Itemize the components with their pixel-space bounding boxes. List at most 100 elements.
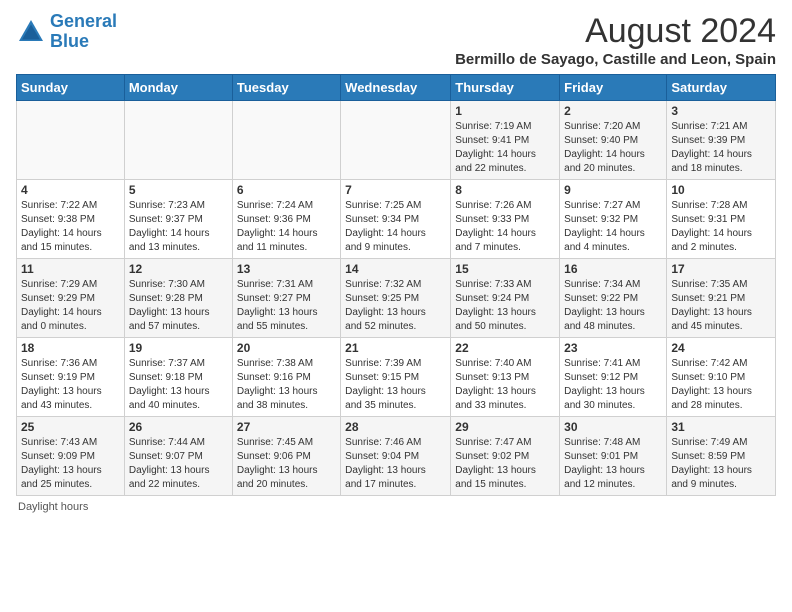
day-info: Sunrise: 7:36 AM Sunset: 9:19 PM Dayligh… (21, 357, 120, 413)
calendar-cell: 19 Sunrise: 7:37 AM Sunset: 9:18 PM Dayli… (124, 338, 232, 417)
day-info: Sunrise: 7:45 AM Sunset: 9:06 PM Dayligh… (237, 436, 336, 492)
day-info: Sunrise: 7:22 AM Sunset: 9:38 PM Dayligh… (21, 199, 120, 255)
calendar-cell: 31 Sunrise: 7:49 AM Sunset: 8:59 PM Dayli… (667, 417, 776, 496)
day-info: Sunrise: 7:21 AM Sunset: 9:39 PM Dayligh… (671, 120, 771, 176)
day-number: 24 (671, 341, 771, 355)
day-info: Sunrise: 7:42 AM Sunset: 9:10 PM Dayligh… (671, 357, 771, 413)
day-number: 30 (564, 420, 662, 434)
week-row-4: 25 Sunrise: 7:43 AM Sunset: 9:09 PM Dayli… (17, 417, 776, 496)
day-info: Sunrise: 7:40 AM Sunset: 9:13 PM Dayligh… (455, 357, 555, 413)
day-number: 13 (237, 262, 336, 276)
header-wednesday: Wednesday (341, 75, 451, 101)
calendar-cell: 11 Sunrise: 7:29 AM Sunset: 9:29 PM Dayli… (17, 259, 125, 338)
day-info: Sunrise: 7:41 AM Sunset: 9:12 PM Dayligh… (564, 357, 662, 413)
calendar-cell: 26 Sunrise: 7:44 AM Sunset: 9:07 PM Dayli… (124, 417, 232, 496)
day-info: Sunrise: 7:29 AM Sunset: 9:29 PM Dayligh… (21, 278, 120, 334)
day-number: 8 (455, 183, 555, 197)
day-number: 2 (564, 104, 662, 118)
day-number: 31 (671, 420, 771, 434)
calendar-cell (124, 101, 232, 180)
day-number: 16 (564, 262, 662, 276)
calendar-cell: 2 Sunrise: 7:20 AM Sunset: 9:40 PM Daylig… (560, 101, 667, 180)
calendar-cell: 12 Sunrise: 7:30 AM Sunset: 9:28 PM Dayli… (124, 259, 232, 338)
day-info: Sunrise: 7:32 AM Sunset: 9:25 PM Dayligh… (345, 278, 446, 334)
day-number: 9 (564, 183, 662, 197)
day-info: Sunrise: 7:37 AM Sunset: 9:18 PM Dayligh… (129, 357, 228, 413)
title-block: August 2024 Bermillo de Sayago, Castille… (455, 12, 776, 68)
week-row-2: 11 Sunrise: 7:29 AM Sunset: 9:29 PM Dayli… (17, 259, 776, 338)
calendar-cell: 14Sunrise: 7:32 AM Sunset: 9:25 PM Dayli… (341, 259, 451, 338)
calendar-cell (341, 101, 451, 180)
header-thursday: Thursday (451, 75, 560, 101)
day-info: Sunrise: 7:19 AM Sunset: 9:41 PM Dayligh… (455, 120, 555, 176)
day-number: 28 (345, 420, 446, 434)
day-number: 22 (455, 341, 555, 355)
logo-icon (16, 17, 46, 47)
calendar-cell (17, 101, 125, 180)
day-number: 21 (345, 341, 446, 355)
day-number: 3 (671, 104, 771, 118)
day-info: Sunrise: 7:48 AM Sunset: 9:01 PM Dayligh… (564, 436, 662, 492)
calendar-cell: 4 Sunrise: 7:22 AM Sunset: 9:38 PM Daylig… (17, 180, 125, 259)
header-monday: Monday (124, 75, 232, 101)
calendar-cell: 29Sunrise: 7:47 AM Sunset: 9:02 PM Dayli… (451, 417, 560, 496)
day-info: Sunrise: 7:30 AM Sunset: 9:28 PM Dayligh… (129, 278, 228, 334)
day-number: 1 (455, 104, 555, 118)
day-number: 27 (237, 420, 336, 434)
day-info: Sunrise: 7:39 AM Sunset: 9:15 PM Dayligh… (345, 357, 446, 413)
day-number: 15 (455, 262, 555, 276)
logo: General Blue (16, 12, 117, 52)
week-row-1: 4 Sunrise: 7:22 AM Sunset: 9:38 PM Daylig… (17, 180, 776, 259)
day-number: 6 (237, 183, 336, 197)
calendar-cell: 18 Sunrise: 7:36 AM Sunset: 9:19 PM Dayli… (17, 338, 125, 417)
day-info: Sunrise: 7:28 AM Sunset: 9:31 PM Dayligh… (671, 199, 771, 255)
header-friday: Friday (560, 75, 667, 101)
day-info: Sunrise: 7:20 AM Sunset: 9:40 PM Dayligh… (564, 120, 662, 176)
week-row-3: 18 Sunrise: 7:36 AM Sunset: 9:19 PM Dayli… (17, 338, 776, 417)
calendar-cell (232, 101, 340, 180)
calendar-cell: 22 Sunrise: 7:40 AM Sunset: 9:13 PM Dayli… (451, 338, 560, 417)
header-saturday: Saturday (667, 75, 776, 101)
day-info: Sunrise: 7:31 AM Sunset: 9:27 PM Dayligh… (237, 278, 336, 334)
day-number: 18 (21, 341, 120, 355)
footer-note: Daylight hours (16, 501, 776, 513)
day-number: 5 (129, 183, 228, 197)
day-number: 4 (21, 183, 120, 197)
calendar-cell: 7Sunrise: 7:25 AM Sunset: 9:34 PM Daylig… (341, 180, 451, 259)
day-info: Sunrise: 7:46 AM Sunset: 9:04 PM Dayligh… (345, 436, 446, 492)
header-tuesday: Tuesday (232, 75, 340, 101)
day-info: Sunrise: 7:44 AM Sunset: 9:07 PM Dayligh… (129, 436, 228, 492)
calendar-table: SundayMondayTuesdayWednesdayThursdayFrid… (16, 74, 776, 496)
day-info: Sunrise: 7:49 AM Sunset: 8:59 PM Dayligh… (671, 436, 771, 492)
day-info: Sunrise: 7:35 AM Sunset: 9:21 PM Dayligh… (671, 278, 771, 334)
calendar-cell: 27 Sunrise: 7:45 AM Sunset: 9:06 PM Dayli… (232, 417, 340, 496)
calendar-cell: 28 Sunrise: 7:46 AM Sunset: 9:04 PM Dayli… (341, 417, 451, 496)
day-number: 20 (237, 341, 336, 355)
calendar-cell: 15 Sunrise: 7:33 AM Sunset: 9:24 PM Dayli… (451, 259, 560, 338)
day-number: 19 (129, 341, 228, 355)
calendar-cell: 6 Sunrise: 7:24 AM Sunset: 9:36 PM Daylig… (232, 180, 340, 259)
calendar-cell: 17 Sunrise: 7:35 AM Sunset: 9:21 PM Dayli… (667, 259, 776, 338)
header-sunday: Sunday (17, 75, 125, 101)
subtitle: Bermillo de Sayago, Castille and Leon, S… (455, 51, 776, 68)
calendar-cell: 21 Sunrise: 7:39 AM Sunset: 9:15 PM Dayli… (341, 338, 451, 417)
day-number: 12 (129, 262, 228, 276)
calendar-cell: 10Sunrise: 7:28 AM Sunset: 9:31 PM Dayli… (667, 180, 776, 259)
day-number: 29 (455, 420, 555, 434)
day-info: Sunrise: 7:26 AM Sunset: 9:33 PM Dayligh… (455, 199, 555, 255)
day-number: 17 (671, 262, 771, 276)
day-number: 25 (21, 420, 120, 434)
day-number: 11 (21, 262, 120, 276)
calendar-cell: 20Sunrise: 7:38 AM Sunset: 9:16 PM Dayli… (232, 338, 340, 417)
day-number: 7 (345, 183, 446, 197)
header: General Blue August 2024 Bermillo de Say… (16, 12, 776, 68)
day-info: Sunrise: 7:24 AM Sunset: 9:36 PM Dayligh… (237, 199, 336, 255)
day-info: Sunrise: 7:43 AM Sunset: 9:09 PM Dayligh… (21, 436, 120, 492)
day-number: 26 (129, 420, 228, 434)
day-info: Sunrise: 7:33 AM Sunset: 9:24 PM Dayligh… (455, 278, 555, 334)
page: General Blue August 2024 Bermillo de Say… (0, 0, 792, 521)
calendar-cell: 16Sunrise: 7:34 AM Sunset: 9:22 PM Dayli… (560, 259, 667, 338)
calendar-cell: 9Sunrise: 7:27 AM Sunset: 9:32 PM Daylig… (560, 180, 667, 259)
header-row: SundayMondayTuesdayWednesdayThursdayFrid… (17, 75, 776, 101)
week-row-0: 1 Sunrise: 7:19 AM Sunset: 9:41 PM Daylig… (17, 101, 776, 180)
